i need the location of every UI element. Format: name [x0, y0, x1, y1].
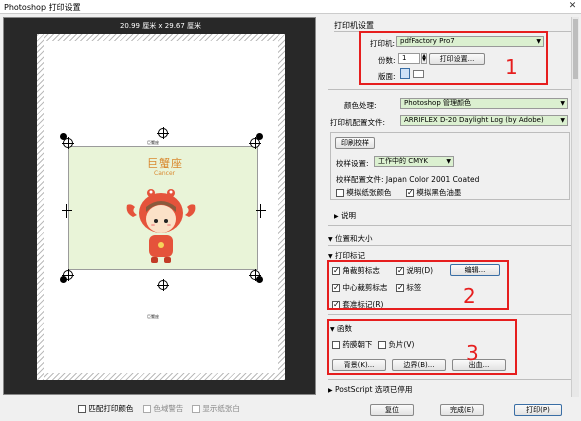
center-tick-left	[66, 204, 67, 218]
color-handling-value: Photoshop 管理颜色	[404, 99, 472, 107]
annotation-number-2: 2	[463, 284, 476, 308]
chevron-down-icon: ▼	[328, 253, 333, 260]
postscript-section-toggle[interactable]: ▶ PostScript 选项已停用	[328, 384, 412, 395]
simulate-black-option[interactable]: 模拟黑色油墨	[406, 187, 461, 198]
crop-label-bottom: 巨蟹座	[147, 314, 159, 319]
divider	[328, 245, 572, 246]
reset-button[interactable]: 复位	[370, 404, 414, 416]
annotation-number-1: 1	[505, 55, 518, 79]
image-area[interactable]: 巨蟹座 Cancer	[68, 146, 258, 270]
annotation-box-2	[327, 260, 509, 310]
print-preview: 20.99 厘米 x 29.67 厘米 巨蟹座 巨蟹座 巨蟹座 Cancer	[3, 17, 316, 395]
color-handling-label: 颜色处理:	[344, 101, 377, 110]
position-size-section-toggle[interactable]: ▼ 位置和大小	[328, 233, 373, 244]
corner-crop-dot	[60, 276, 67, 283]
chevron-down-icon: ▼	[446, 158, 451, 165]
chevron-right-icon: ▶	[334, 213, 339, 220]
show-paper-white-checkbox[interactable]	[192, 405, 200, 413]
color-handling-select[interactable]: Photoshop 管理颜色 ▼	[400, 98, 568, 109]
corner-crop-dot	[60, 133, 67, 140]
paper-size-label: 20.99 厘米 x 29.67 厘米	[119, 22, 202, 30]
match-print-colors-checkbox[interactable]	[78, 405, 86, 413]
corner-crop-dot	[256, 133, 263, 140]
scrollbar-thumb[interactable]	[573, 19, 578, 79]
simulate-paper-checkbox[interactable]	[336, 189, 344, 197]
center-mark-bottom	[157, 279, 169, 291]
proof-setup-value: 工作中的 CMYK	[378, 157, 429, 165]
simulate-paper-label: 模拟纸张颜色	[346, 188, 392, 197]
proof-setup-label: 校样设置:	[336, 159, 369, 168]
proof-setup-select[interactable]: 工作中的 CMYK ▼	[374, 156, 454, 167]
annotation-box-1	[359, 31, 548, 85]
printer-profile-select[interactable]: ARRIFLEX D-20 Daylight Log (by Adobe) ▼	[400, 115, 568, 126]
position-size-section-label: 位置和大小	[335, 234, 373, 243]
page-margin-bottom	[37, 373, 285, 380]
image-title: 巨蟹座	[147, 157, 183, 170]
printer-profile-value: ARRIFLEX D-20 Daylight Log (by Adobe)	[404, 116, 544, 124]
chevron-down-icon: ▼	[560, 117, 565, 124]
divider	[328, 314, 572, 315]
gamut-warning-option[interactable]: 色域警告	[143, 403, 183, 414]
proof-profile-text: 校样配置文件: Japan Color 2001 Coated	[336, 175, 480, 184]
page-margin-left	[37, 34, 44, 380]
simulate-black-checkbox[interactable]	[406, 188, 414, 197]
title-bar: Photoshop 打印设置 ✕	[0, 0, 581, 14]
gamut-warning-label: 色域警告	[153, 404, 184, 413]
center-tick-right	[260, 204, 261, 218]
image-subtitle: Cancer	[154, 170, 176, 177]
simulate-black-label: 模拟黑色油墨	[416, 188, 462, 197]
annotation-box-3	[327, 319, 517, 375]
divider	[328, 225, 572, 226]
description-section-toggle[interactable]: ▶ 说明	[334, 210, 356, 221]
show-paper-white-label: 显示纸张白	[202, 404, 240, 413]
settings-scrollbar[interactable]	[571, 17, 579, 397]
printer-setup-title: 打印机设置	[334, 21, 374, 30]
corner-crop-dot	[256, 276, 263, 283]
print-button[interactable]: 打印(P)	[514, 404, 562, 416]
divider	[328, 379, 572, 380]
window-title: Photoshop 打印设置	[4, 3, 81, 12]
center-tick-right-h	[256, 210, 266, 211]
chevron-down-icon: ▼	[328, 236, 333, 243]
annotation-number-3: 3	[466, 341, 479, 365]
settings-panel: 打印机设置 打印机: pdfFactory Pro7 ▼ 份数: 1 ▲ ▼ 打印…	[320, 17, 578, 397]
description-section-label: 说明	[341, 211, 357, 220]
page-margin-top	[37, 34, 285, 41]
simulate-paper-option[interactable]: 模拟纸张颜色	[336, 187, 391, 198]
crab-character-illustration	[126, 189, 196, 263]
show-paper-white-option[interactable]: 显示纸张白	[192, 403, 240, 414]
close-icon[interactable]: ✕	[567, 1, 578, 12]
done-button[interactable]: 完成(E)	[440, 404, 484, 416]
divider	[328, 89, 572, 90]
printer-profile-label: 打印机配置文件:	[330, 118, 386, 127]
match-print-colors-option[interactable]: 匹配打印颜色	[78, 403, 133, 414]
chevron-right-icon: ▶	[328, 387, 333, 394]
page-margin-right	[278, 34, 285, 380]
print-marks-section-label: 打印标记	[335, 251, 366, 260]
gamut-warning-checkbox[interactable]	[143, 405, 151, 413]
center-mark-top	[157, 127, 169, 139]
proof-group-tab[interactable]: 印刷校样	[335, 137, 375, 149]
match-print-colors-label: 匹配打印颜色	[88, 404, 134, 413]
chevron-down-icon: ▼	[560, 100, 565, 107]
center-tick-left-h	[62, 210, 72, 211]
postscript-section-label: PostScript 选项已停用	[335, 385, 413, 394]
